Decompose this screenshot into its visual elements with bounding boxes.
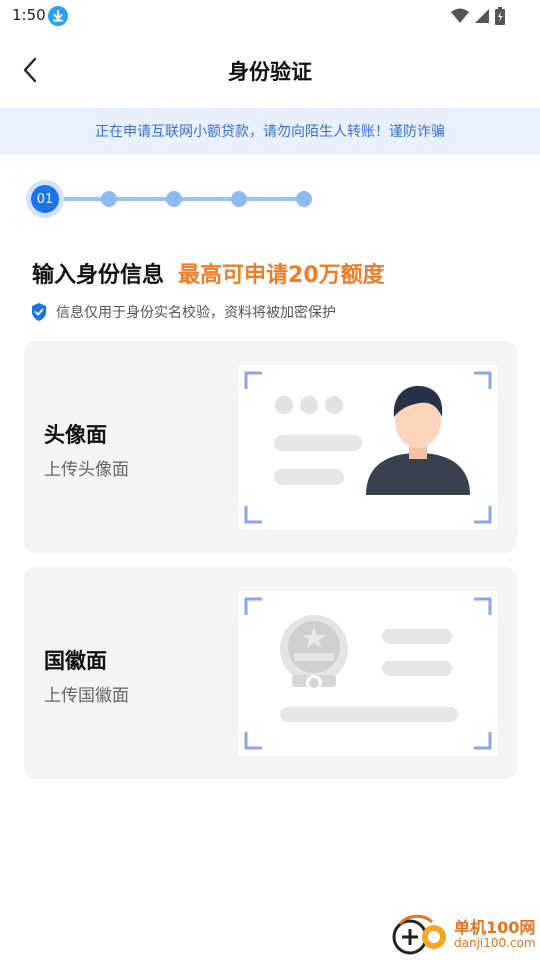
card-back-subtitle: 上传国徽面: [44, 686, 129, 706]
page-title: 身份验证: [228, 60, 312, 84]
upload-back-card[interactable]: 国徽面 上传国徽面: [24, 567, 517, 779]
step-dot-4: [231, 191, 247, 207]
card-front-title: 头像面: [44, 423, 107, 447]
privacy-note: 信息仅用于身份实名校验，资料将被加密保护: [30, 302, 336, 322]
status-bar: 1:50: [0, 0, 540, 32]
status-time: 1:50: [12, 6, 46, 24]
headline: 输入身份信息 最高可申请20万额度: [32, 257, 385, 289]
step-active-label: 01: [31, 185, 59, 213]
step-dot-5: [296, 191, 312, 207]
headline-accent: 最高可申请20万额度: [178, 263, 385, 288]
nav-header: 身份验证: [0, 36, 540, 104]
step-dot-2: [101, 191, 117, 207]
card-front-subtitle: 上传头像面: [44, 460, 129, 480]
wifi-icon: [451, 8, 469, 23]
upload-front-card[interactable]: 头像面 上传头像面: [24, 341, 517, 553]
watermark-url: danji100.com: [454, 936, 536, 950]
fraud-warning-banner: 正在申请互联网小额贷款，请勿向陌生人转账！谨防诈骗: [0, 108, 540, 154]
headline-main: 输入身份信息: [32, 263, 165, 288]
watermark-plus-icon: [392, 914, 446, 955]
battery-charging-icon: [495, 7, 505, 25]
download-icon: [48, 6, 68, 26]
cell-signal-icon: [475, 9, 489, 23]
step-dot-3: [166, 191, 182, 207]
shield-check-icon: [32, 303, 46, 321]
id-back-illustration: [238, 591, 498, 756]
card-back-title: 国徽面: [44, 649, 107, 673]
progress-stepper: 01: [26, 180, 326, 218]
privacy-text: 信息仅用于身份实名校验，资料将被加密保护: [56, 305, 336, 321]
watermark-logo: 单机100网 danji100.com: [390, 912, 538, 958]
status-icons: [450, 6, 506, 26]
watermark-title: 单机100网: [454, 918, 536, 937]
step-active: 01: [26, 180, 64, 218]
banner-text: 正在申请互联网小额贷款，请勿向陌生人转账！谨防诈骗: [95, 124, 445, 140]
step-connector: [64, 197, 304, 201]
id-front-illustration: [238, 365, 498, 530]
